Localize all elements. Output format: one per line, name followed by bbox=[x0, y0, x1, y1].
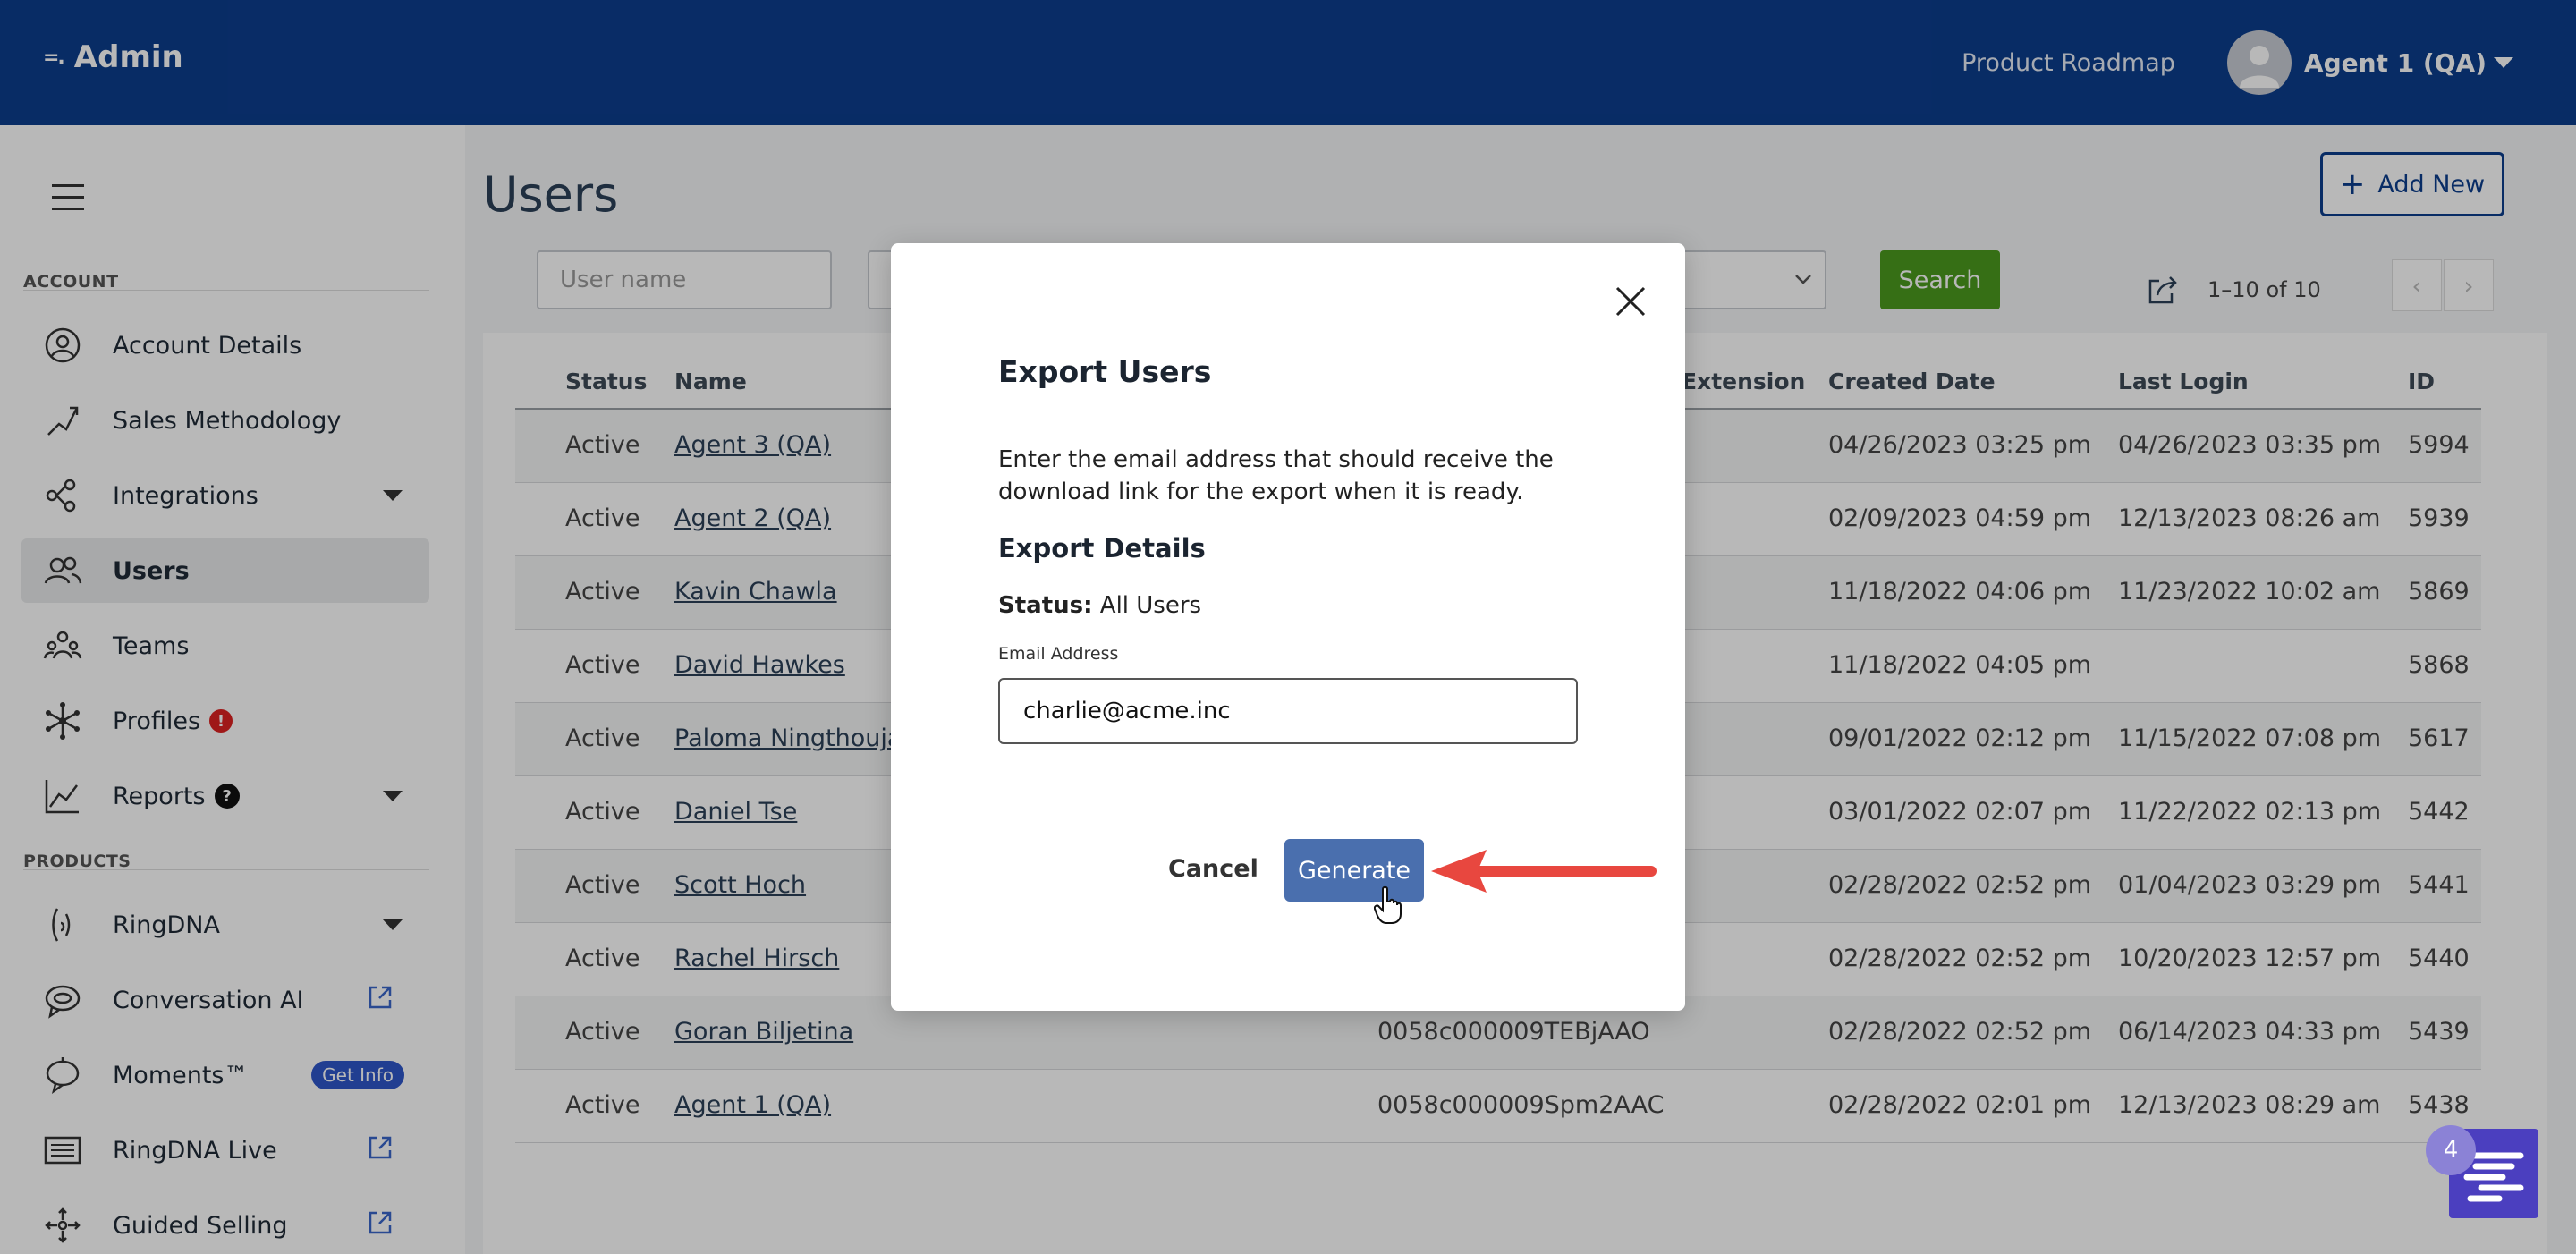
export-status: Status: All Users bbox=[998, 592, 1201, 619]
modal-description: Enter the email address that should rece… bbox=[998, 446, 1554, 505]
export-details-heading: Export Details bbox=[998, 533, 1206, 563]
annotation-arrow-icon bbox=[1431, 850, 1657, 893]
status-value: All Users bbox=[1099, 592, 1202, 619]
close-icon[interactable] bbox=[1610, 281, 1651, 322]
modal-title: Export Users bbox=[998, 354, 1212, 389]
cancel-button[interactable]: Cancel bbox=[1168, 855, 1258, 883]
hand-cursor-icon bbox=[1374, 885, 1402, 924]
email-label: Email Address bbox=[998, 644, 1119, 664]
notification-count-badge: 4 bbox=[2426, 1125, 2476, 1175]
email-field[interactable]: charlie@acme.inc bbox=[998, 678, 1578, 744]
status-label: Status: bbox=[998, 592, 1093, 619]
